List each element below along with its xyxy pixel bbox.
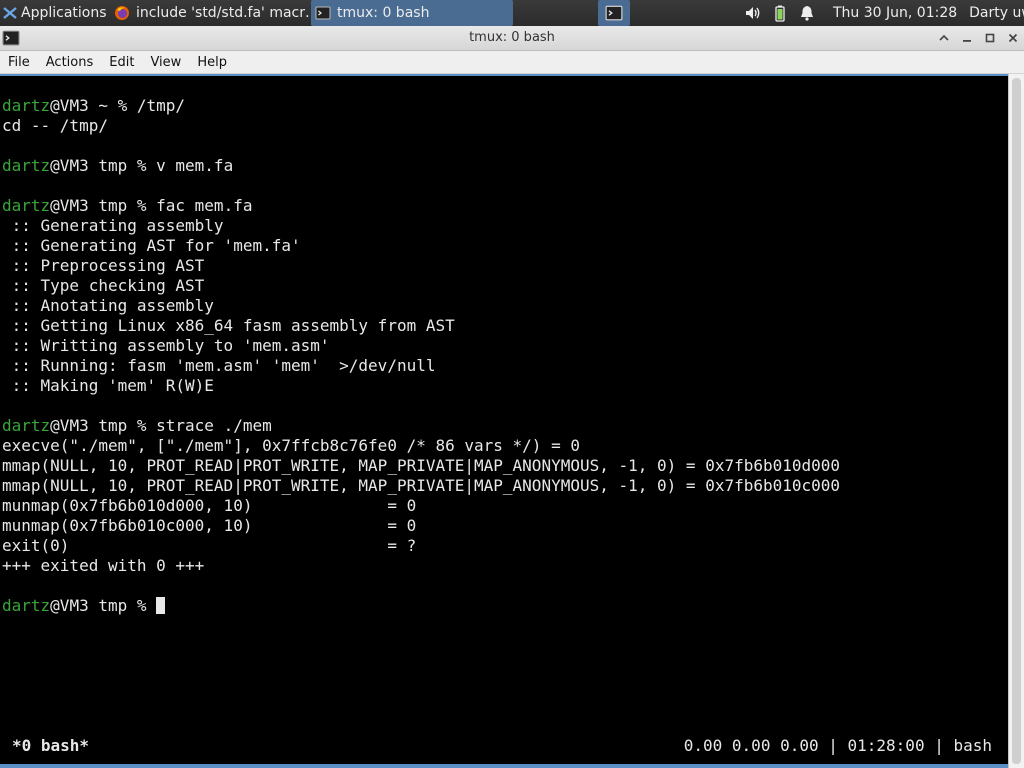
terminal-line: :: Making 'mem' R(W)E: [2, 376, 840, 396]
terminal-line: dartz@VM3 ~ % /tmp/: [2, 96, 840, 116]
menu-edit[interactable]: Edit: [101, 55, 142, 70]
terminal-line: munmap(0x7fb6b010c000, 10) = 0: [2, 516, 840, 536]
output-text: :: Getting Linux x86_64 fasm assembly fr…: [2, 316, 455, 335]
minimize-button[interactable]: [958, 29, 976, 47]
top-panel: Applications include 'std/std.fa' macr… …: [0, 0, 1024, 26]
terminal-area[interactable]: dartz@VM3 ~ % /tmp/cd -- /tmp/dartz@VM3 …: [0, 74, 1008, 768]
output-text: :: Making 'mem' R(W)E: [2, 376, 214, 395]
terminal-line: :: Type checking AST: [2, 276, 840, 296]
terminal-cursor: [156, 597, 166, 614]
terminal-line: mmap(NULL, 10, PROT_READ|PROT_WRITE, MAP…: [2, 456, 840, 476]
prompt-command: @VM3 tmp % fac mem.fa: [50, 196, 253, 215]
prompt-user: dartz: [2, 596, 51, 615]
terminal-line: dartz@VM3 tmp % fac mem.fa: [2, 196, 840, 216]
close-icon: [1008, 33, 1018, 43]
maximize-icon: [985, 33, 995, 43]
output-text: munmap(0x7fb6b010c000, 10) = 0: [2, 516, 417, 535]
taskbar-item-label: include 'std/std.fa' macr…: [136, 5, 310, 21]
menu-view[interactable]: View: [142, 55, 189, 70]
close-button[interactable]: [1004, 29, 1022, 47]
prompt-command: @VM3 ~ % /tmp/: [50, 96, 186, 115]
output-text: munmap(0x7fb6b010d000, 10) = 0: [2, 496, 417, 515]
output-text: +++ exited with 0 +++: [2, 556, 205, 575]
menu-file[interactable]: File: [0, 55, 38, 70]
xfce-logo-icon: [3, 7, 17, 19]
terminal-line: :: Anotating assembly: [2, 296, 840, 316]
output-text: :: Anotating assembly: [2, 296, 214, 315]
terminal-icon: [315, 6, 331, 20]
prompt-user: dartz: [2, 96, 51, 115]
output-text: mmap(NULL, 10, PROT_READ|PROT_WRITE, MAP…: [2, 456, 841, 475]
output-text: :: Writting assembly to 'mem.asm': [2, 336, 330, 355]
menubar: File Actions Edit View Help: [0, 51, 1024, 74]
user-name[interactable]: Darty uwu: [969, 5, 1024, 21]
output-text: :: Running: fasm 'mem.asm' 'mem' >/dev/n…: [2, 356, 436, 375]
window-bottom-border: [0, 764, 1008, 768]
prompt-command: @VM3 tmp %: [50, 596, 157, 615]
output-text: execve("./mem", ["./mem"], 0x7ffcb8c76fe…: [2, 436, 580, 455]
terminal-line: munmap(0x7fb6b010d000, 10) = 0: [2, 496, 840, 516]
desktop: Applications include 'std/std.fa' macr… …: [0, 0, 1024, 768]
terminal-output: dartz@VM3 ~ % /tmp/cd -- /tmp/dartz@VM3 …: [2, 96, 840, 616]
window-title: tmux: 0 bash: [469, 30, 555, 45]
output-text: mmap(NULL, 10, PROT_READ|PROT_WRITE, MAP…: [2, 476, 841, 495]
terminal-line: dartz@VM3 tmp % strace ./mem: [2, 416, 840, 436]
terminal-line: :: Writting assembly to 'mem.asm': [2, 336, 840, 356]
terminal-launcher[interactable]: [598, 0, 630, 26]
window-titlebar[interactable]: tmux: 0 bash: [0, 26, 1024, 51]
prompt-user: dartz: [2, 416, 51, 435]
minimize-icon: [963, 40, 971, 42]
chevron-up-icon: [939, 34, 949, 41]
terminal-line: +++ exited with 0 +++: [2, 556, 840, 576]
battery-icon[interactable]: [771, 4, 789, 22]
terminal-icon: [605, 5, 623, 21]
menu-help[interactable]: Help: [189, 55, 235, 70]
output-text: exit(0) = ?: [2, 536, 417, 555]
terminal-line: :: Generating AST for 'mem.fa': [2, 236, 840, 256]
volume-icon[interactable]: [744, 4, 762, 22]
terminal-line: exit(0) = ?: [2, 536, 840, 556]
applications-menu[interactable]: Applications: [0, 0, 110, 26]
taskbar-item-terminal[interactable]: tmux: 0 bash: [311, 0, 513, 26]
terminal-line: mmap(NULL, 10, PROT_READ|PROT_WRITE, MAP…: [2, 476, 840, 496]
system-tray: Thu 30 Jun, 01:28 Darty uwu: [744, 0, 1024, 26]
firefox-icon: [115, 6, 129, 20]
applications-label: Applications: [21, 5, 107, 21]
tmux-status-bar: *0 bash* 0.00 0.00 0.00 | 01:28:00 | bas…: [12, 736, 992, 756]
output-text: :: Generating assembly: [2, 216, 224, 235]
tmux-status-right: 0.00 0.00 0.00 | 01:28:00 | bash: [683, 736, 992, 755]
tmux-window-list[interactable]: *0 bash*: [12, 736, 89, 755]
output-text: :: Preprocessing AST: [2, 256, 205, 275]
prompt-command: @VM3 tmp % v mem.fa: [50, 156, 234, 175]
prompt-user: dartz: [2, 196, 51, 215]
menu-actions[interactable]: Actions: [38, 55, 102, 70]
taskbar-item-firefox[interactable]: include 'std/std.fa' macr…: [110, 0, 310, 26]
prompt-user: dartz: [2, 156, 51, 175]
terminal-line: dartz@VM3 tmp %: [2, 596, 840, 616]
clock[interactable]: Thu 30 Jun, 01:28: [833, 5, 957, 21]
taskbar-item-label: tmux: 0 bash: [337, 5, 430, 21]
terminal-line: execve("./mem", ["./mem"], 0x7ffcb8c76fe…: [2, 436, 840, 456]
prompt-command: @VM3 tmp % strace ./mem: [50, 416, 272, 435]
output-text: cd -- /tmp/: [2, 116, 108, 135]
maximize-button[interactable]: [981, 29, 999, 47]
terminal-line: :: Preprocessing AST: [2, 256, 840, 276]
output-text: :: Generating AST for 'mem.fa': [2, 236, 301, 255]
terminal-line: cd -- /tmp/: [2, 116, 840, 136]
terminal-line: :: Running: fasm 'mem.asm' 'mem' >/dev/n…: [2, 356, 840, 376]
terminal-scrollbar[interactable]: [1008, 74, 1024, 768]
terminal-line: :: Generating assembly: [2, 216, 840, 236]
terminal-line: dartz@VM3 tmp % v mem.fa: [2, 156, 840, 176]
scrollbar-thumb[interactable]: [1012, 78, 1021, 764]
terminal-line: :: Getting Linux x86_64 fasm assembly fr…: [2, 316, 840, 336]
shade-button[interactable]: [935, 29, 953, 47]
output-text: :: Type checking AST: [2, 276, 205, 295]
notification-bell-icon[interactable]: [798, 4, 816, 22]
